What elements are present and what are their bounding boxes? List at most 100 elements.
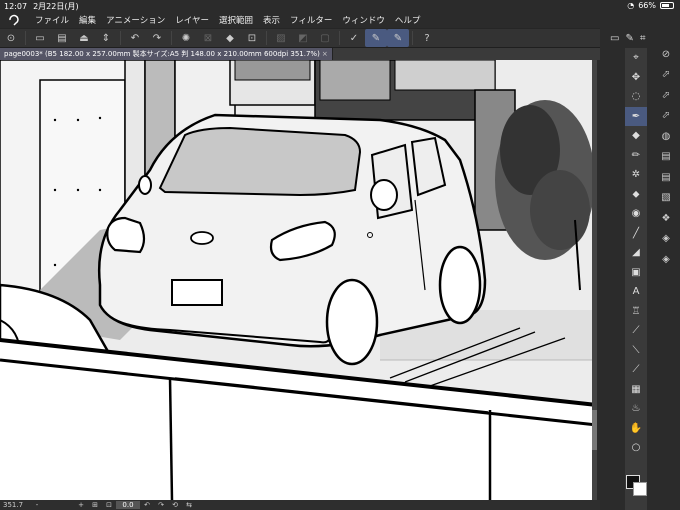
pencil-icon[interactable]: ✏ — [625, 146, 647, 166]
battery-icon — [660, 2, 674, 9]
timeline-icon[interactable]: ❖ — [655, 208, 677, 229]
brush1-icon[interactable]: ✎ — [365, 29, 387, 47]
rotation-value[interactable]: 0.0 — [116, 501, 140, 509]
zoom-icon[interactable]: ○ — [625, 438, 647, 458]
move-icon[interactable]: ✥ — [625, 68, 647, 88]
ruler-icon[interactable]: ⟋ — [625, 321, 647, 341]
sub-tool-icon[interactable]: ⬀ — [655, 85, 677, 106]
open-icon[interactable]: ▤ — [51, 29, 73, 47]
menu-filter[interactable]: フィルター — [285, 14, 337, 26]
text-icon[interactable]: A — [625, 282, 647, 302]
zoom-in-button[interactable]: + — [74, 501, 88, 509]
zoom-out-button[interactable]: - — [30, 501, 44, 509]
reset-rotation-icon[interactable]: ⟲ — [168, 501, 182, 509]
invert-icon[interactable]: ◩ — [292, 29, 314, 47]
eraser-icon[interactable]: ◆ — [625, 126, 647, 146]
divider — [266, 31, 267, 45]
balloon-icon[interactable]: ♖ — [625, 302, 647, 322]
dropper-icon[interactable]: ⟋ — [625, 360, 647, 380]
menu-edit[interactable]: 編集 — [74, 14, 101, 26]
select-icon[interactable]: ⌖ — [625, 48, 647, 68]
command-bar: ⊙ ▭ ▤ ⏏ ⇕ ↶ ↷ ✺ ⊠ ◆ ⊡ ▨ ◩ ▢ ✓ ✎ ✎ ? — [0, 28, 600, 48]
edit-icon[interactable]: ✎ — [625, 33, 633, 44]
sub-panel-icons: ⊘ ⬀ ⬀ ⬀ ◍ ▤ ▤ ▧ ❖ ◈ ◈ — [655, 44, 677, 270]
battery-percent: 66% — [638, 1, 656, 10]
frame-icon[interactable]: ◢ — [625, 243, 647, 263]
status-time: 12:07 — [4, 1, 28, 11]
close-icon[interactable]: × — [322, 50, 328, 58]
menu-help[interactable]: ヘルプ — [390, 14, 426, 26]
rotate-left-icon[interactable]: ↶ — [140, 501, 154, 509]
zoom-value[interactable]: 351.7 — [0, 501, 30, 509]
help-icon[interactable]: ? — [416, 29, 438, 47]
decoration-icon[interactable]: ♨ — [625, 399, 647, 419]
pen-icon[interactable]: ✓ — [343, 29, 365, 47]
app-logo-icon[interactable] — [6, 12, 22, 28]
panel-toggle-icon[interactable]: ▭ — [610, 33, 619, 44]
menu-file[interactable]: ファイル — [30, 14, 74, 26]
brush2-icon[interactable]: ✎ — [387, 29, 409, 47]
menu-window[interactable]: ウィンドウ — [337, 14, 390, 26]
divider — [412, 31, 413, 45]
crop-icon[interactable]: ⊡ — [241, 29, 263, 47]
drawing-canvas[interactable] — [0, 60, 597, 500]
hand-icon[interactable]: ✋ — [625, 419, 647, 439]
flip-icon[interactable]: ⇆ — [182, 501, 196, 509]
gradient-icon[interactable]: ◉ — [625, 204, 647, 224]
ios-status-bar: 12:07 2月22日(月) ◔ 66% — [0, 0, 680, 12]
brush-size-icon[interactable]: ⬀ — [655, 106, 677, 127]
line-icon[interactable]: ╱ — [625, 224, 647, 244]
app-icon[interactable]: ⊙ — [0, 29, 22, 47]
tab-label: page0003* (B5 182.00 x 257.00mm 製本サイズ:A5… — [4, 50, 320, 58]
pen-icon[interactable]: ✒ — [625, 106, 647, 126]
fill-icon[interactable]: ▣ — [625, 263, 647, 283]
navigator-icon[interactable]: ⊘ — [655, 44, 677, 65]
color-swatch[interactable] — [626, 475, 648, 497]
new-icon[interactable]: ▭ — [29, 29, 51, 47]
layer-prop-icon[interactable]: ⬀ — [655, 65, 677, 86]
save-menu-icon[interactable]: ⇕ — [95, 29, 117, 47]
rotate-right-icon[interactable]: ↷ — [154, 501, 168, 509]
divider — [171, 31, 172, 45]
save-icon[interactable]: ⏏ — [73, 29, 95, 47]
correct-icon[interactable]: ⟍ — [625, 341, 647, 361]
actual-size-icon[interactable]: ⊡ — [102, 501, 116, 509]
menu-animation[interactable]: アニメーション — [101, 14, 170, 26]
menu-view[interactable]: 表示 — [258, 14, 285, 26]
color-icon[interactable]: ◍ — [655, 126, 677, 147]
deselect-icon[interactable]: ▨ — [270, 29, 292, 47]
sub-color[interactable] — [633, 482, 647, 496]
menu-layer[interactable]: レイヤー — [170, 14, 214, 26]
canvas-scrollbar[interactable] — [592, 60, 597, 500]
menu-bar: ファイル 編集 アニメーション レイヤー 選択範囲 表示 フィルター ウィンドウ… — [0, 12, 600, 28]
status-date: 2月22日(月) — [33, 1, 79, 11]
tool-palette: ⌖ ✥ ◌ ✒ ◆ ✏ ✲ ⬥ ◉ ╱ ◢ ▣ A ♖ ⟋ ⟍ ⟋ ▦ ♨ ✋ … — [625, 48, 647, 510]
material-icon[interactable]: ▤ — [655, 147, 677, 168]
undo-icon[interactable]: ↶ — [124, 29, 146, 47]
wifi-icon: ◔ — [627, 1, 635, 10]
loading-icon[interactable]: ✺ — [175, 29, 197, 47]
scrollbar-thumb[interactable] — [592, 410, 597, 450]
clear-icon[interactable]: ⊠ — [197, 29, 219, 47]
tab-document[interactable]: page0003* (B5 182.00 x 257.00mm 製本サイズ:A5… — [0, 48, 333, 60]
settings-icon[interactable]: ◈ — [655, 249, 677, 270]
layer-icon[interactable]: ▤ — [655, 167, 677, 188]
fit-icon[interactable]: ⊞ — [88, 501, 102, 509]
fill-icon[interactable]: ◆ — [219, 29, 241, 47]
redo-icon[interactable]: ↷ — [146, 29, 168, 47]
menu-selection[interactable]: 選択範囲 — [214, 14, 258, 26]
selection-icon[interactable]: ▢ — [314, 29, 336, 47]
status-right: ◔ 66% — [627, 1, 674, 10]
magic-icon[interactable]: ✲ — [625, 165, 647, 185]
lasso-icon[interactable]: ◌ — [625, 87, 647, 107]
divider — [25, 31, 26, 45]
layer-search-icon[interactable]: ▧ — [655, 188, 677, 209]
pattern-icon[interactable]: ▦ — [625, 380, 647, 400]
divider — [120, 31, 121, 45]
collapse-icon[interactable]: ⌗ — [640, 33, 646, 44]
document-tab-bar: page0003* (B5 182.00 x 257.00mm 製本サイズ:A5… — [0, 48, 600, 60]
divider — [339, 31, 340, 45]
canvas-status-bar: 351.7 - + ⊞ ⊡ 0.0 ↶ ↷ ⟲ ⇆ — [0, 500, 600, 510]
blend-icon[interactable]: ⬥ — [625, 185, 647, 205]
history-icon[interactable]: ◈ — [655, 229, 677, 250]
